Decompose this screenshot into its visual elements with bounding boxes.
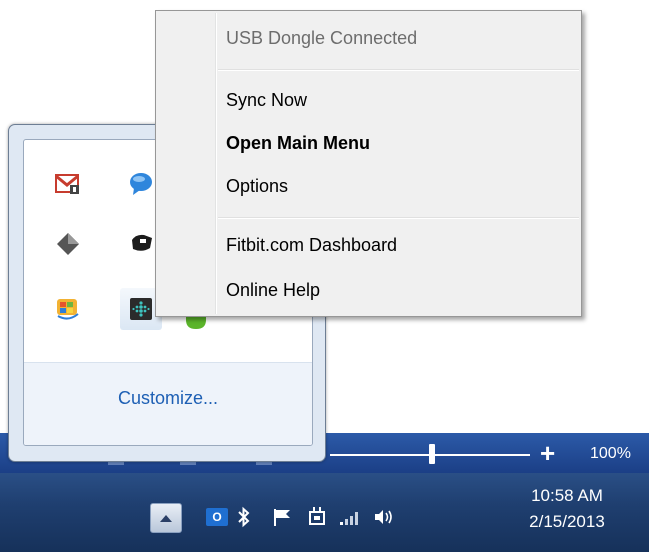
windows-update-icon[interactable] bbox=[52, 292, 84, 324]
volume-icon[interactable] bbox=[372, 505, 396, 529]
taskbar: O 10:58 AM 2/15/2013 bbox=[0, 473, 649, 552]
action-center-flag-icon[interactable] bbox=[270, 505, 294, 529]
customize-link[interactable]: Customize... bbox=[24, 388, 312, 409]
menu-item-options[interactable]: Options bbox=[226, 176, 288, 197]
network-signal-icon[interactable] bbox=[338, 505, 362, 529]
keyboard-key-icon[interactable] bbox=[126, 228, 158, 260]
zoom-in-button[interactable]: + bbox=[540, 438, 555, 468]
fitbit-context-menu: USB Dongle Connected Sync Now Open Main … bbox=[155, 10, 582, 317]
menu-item-open-main-menu[interactable]: Open Main Menu bbox=[226, 133, 370, 154]
power-plug-icon[interactable] bbox=[305, 505, 329, 529]
chevron-up-icon bbox=[160, 515, 172, 522]
clock-time: 10:58 AM bbox=[531, 486, 603, 505]
outlook-icon-glyph: O bbox=[206, 508, 228, 526]
menu-item-online-help[interactable]: Online Help bbox=[226, 280, 320, 301]
outlook-icon[interactable]: O bbox=[205, 505, 229, 529]
menu-separator bbox=[218, 69, 579, 71]
messenger-chat-icon[interactable] bbox=[126, 168, 158, 200]
gmail-notifier-icon[interactable] bbox=[52, 168, 84, 200]
menu-item-fitbit-dashboard[interactable]: Fitbit.com Dashboard bbox=[226, 235, 397, 256]
show-hidden-icons-button[interactable] bbox=[150, 503, 182, 533]
gray-diamond-icon[interactable] bbox=[52, 228, 84, 260]
clock-date: 2/15/2013 bbox=[529, 512, 605, 531]
menu-gutter bbox=[215, 13, 217, 314]
menu-item-sync-now[interactable]: Sync Now bbox=[226, 90, 307, 111]
customize-area: Customize... bbox=[24, 362, 312, 445]
menu-separator bbox=[218, 217, 579, 219]
zoom-level[interactable]: 100% bbox=[590, 445, 631, 463]
bluetooth-icon[interactable] bbox=[232, 505, 256, 529]
menu-item-usb-dongle-connected: USB Dongle Connected bbox=[226, 28, 418, 48]
zoom-slider-thumb[interactable] bbox=[429, 444, 435, 464]
system-clock[interactable]: 10:58 AM 2/15/2013 bbox=[508, 483, 626, 535]
